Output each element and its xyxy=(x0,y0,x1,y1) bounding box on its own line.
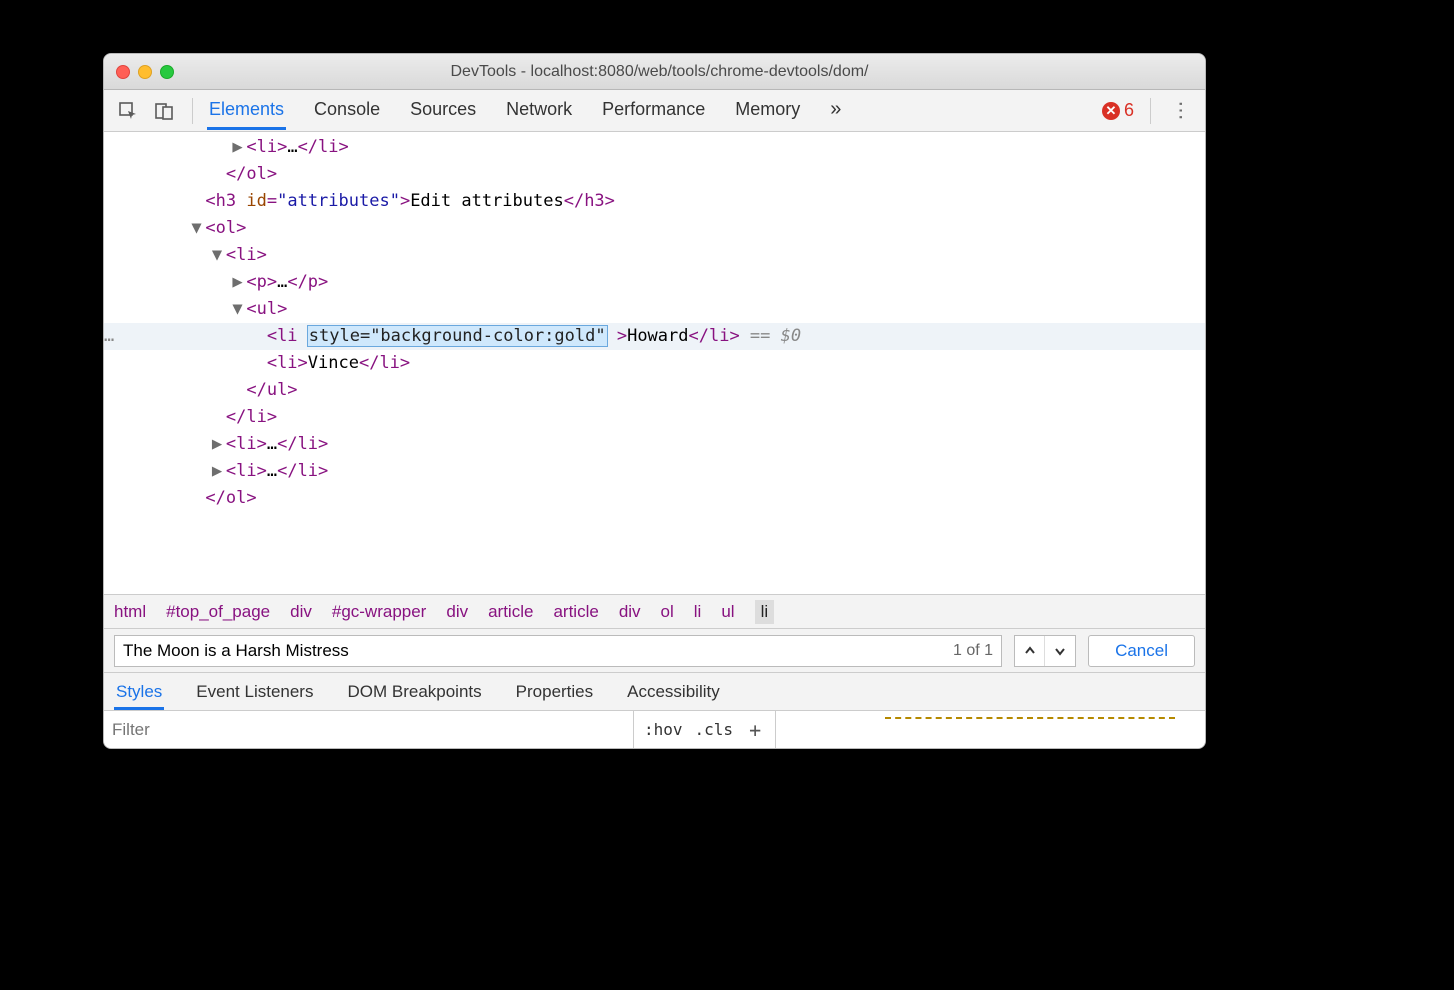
search-input[interactable] xyxy=(123,641,947,661)
breadcrumb-item[interactable]: #gc-wrapper xyxy=(332,602,427,622)
styles-filter-row: :hov .cls + xyxy=(104,710,1205,748)
tree-node[interactable]: ▶<p>…</p> xyxy=(104,269,1205,296)
breadcrumb-item[interactable]: html xyxy=(114,602,146,622)
error-count-badge[interactable]: ✕ 6 xyxy=(1102,100,1134,121)
error-count: 6 xyxy=(1124,100,1134,121)
breadcrumb-item[interactable]: div xyxy=(290,602,312,622)
tree-node[interactable]: … <li style="background-color:gold" >How… xyxy=(104,323,1205,350)
breadcrumb-item[interactable]: div xyxy=(619,602,641,622)
tab-elements[interactable]: Elements xyxy=(207,91,286,130)
settings-menu-icon[interactable]: ⋯ xyxy=(1169,97,1194,125)
breadcrumb-item[interactable]: li xyxy=(694,602,702,622)
tree-node[interactable]: ▶<li>…</li> xyxy=(104,134,1205,161)
search-next-button[interactable] xyxy=(1045,636,1075,666)
inline-style-box xyxy=(885,717,1175,733)
device-toolbar-icon[interactable] xyxy=(150,97,178,125)
search-box: 1 of 1 xyxy=(114,635,1002,667)
search-bar: 1 of 1 Cancel xyxy=(104,628,1205,672)
styles-pane xyxy=(776,711,1205,748)
breadcrumb-item[interactable]: div xyxy=(446,602,468,622)
styles-filter-box xyxy=(104,711,634,748)
breadcrumb-item[interactable]: ul xyxy=(721,602,734,622)
tree-node[interactable]: </ul> xyxy=(104,377,1205,404)
tree-node[interactable]: ▼<ol> xyxy=(104,215,1205,242)
tree-node[interactable]: ▼<li> xyxy=(104,242,1205,269)
titlebar: DevTools - localhost:8080/web/tools/chro… xyxy=(104,54,1205,90)
search-nav xyxy=(1014,635,1076,667)
tab-network[interactable]: Network xyxy=(504,91,574,130)
styles-subtabs: Styles Event Listeners DOM Breakpoints P… xyxy=(104,672,1205,710)
toolbar-right: ✕ 6 ⋯ xyxy=(1102,98,1195,124)
tab-sources[interactable]: Sources xyxy=(408,91,478,130)
subtab-event-listeners[interactable]: Event Listeners xyxy=(194,676,315,710)
breadcrumb-item[interactable]: article xyxy=(488,602,533,622)
tab-memory[interactable]: Memory xyxy=(733,91,802,130)
tree-node[interactable]: </ol> xyxy=(104,485,1205,512)
tree-node[interactable]: </li> xyxy=(104,404,1205,431)
breadcrumb-item[interactable]: #top_of_page xyxy=(166,602,270,622)
error-icon: ✕ xyxy=(1102,102,1120,120)
hov-toggle[interactable]: :hov xyxy=(644,720,683,739)
tree-node[interactable]: ▶<li>…</li> xyxy=(104,431,1205,458)
subtab-styles[interactable]: Styles xyxy=(114,676,164,710)
subtab-properties[interactable]: Properties xyxy=(514,676,595,710)
tree-node[interactable]: <li>Vince</li> xyxy=(104,350,1205,377)
tabs-overflow-button[interactable]: » xyxy=(828,90,843,131)
search-count: 1 of 1 xyxy=(953,642,993,660)
breadcrumb-item[interactable]: li xyxy=(755,600,775,624)
tree-node[interactable]: ▶<li>…</li> xyxy=(104,458,1205,485)
panel-tabs: Elements Console Sources Network Perform… xyxy=(207,90,843,131)
breadcrumb-item[interactable]: ol xyxy=(661,602,674,622)
search-prev-button[interactable] xyxy=(1015,636,1045,666)
window-title: DevTools - localhost:8080/web/tools/chro… xyxy=(126,63,1193,81)
main-toolbar: Elements Console Sources Network Perform… xyxy=(104,90,1205,132)
elements-tree[interactable]: ▶<li>…</li> </ol> <h3 id="attributes">Ed… xyxy=(104,132,1205,594)
styles-filter-input[interactable] xyxy=(112,720,625,740)
tab-performance[interactable]: Performance xyxy=(600,91,707,130)
cancel-button[interactable]: Cancel xyxy=(1088,635,1195,667)
subtab-accessibility[interactable]: Accessibility xyxy=(625,676,722,710)
tree-node[interactable]: </ol> xyxy=(104,161,1205,188)
divider xyxy=(1150,98,1151,124)
breadcrumb-bar: html #top_of_page div #gc-wrapper div article… xyxy=(104,594,1205,628)
styles-toggles: :hov .cls + xyxy=(634,711,776,748)
subtab-dom-breakpoints[interactable]: DOM Breakpoints xyxy=(345,676,483,710)
inspect-element-icon[interactable] xyxy=(114,97,142,125)
tree-node[interactable]: <h3 id="attributes">Edit attributes</h3> xyxy=(104,188,1205,215)
tab-console[interactable]: Console xyxy=(312,91,382,130)
divider xyxy=(192,98,193,124)
tree-node[interactable]: ▼<ul> xyxy=(104,296,1205,323)
new-style-rule-icon[interactable]: + xyxy=(745,718,765,742)
cls-toggle[interactable]: .cls xyxy=(695,720,734,739)
devtools-window: DevTools - localhost:8080/web/tools/chro… xyxy=(103,53,1206,749)
breadcrumb-item[interactable]: article xyxy=(553,602,598,622)
